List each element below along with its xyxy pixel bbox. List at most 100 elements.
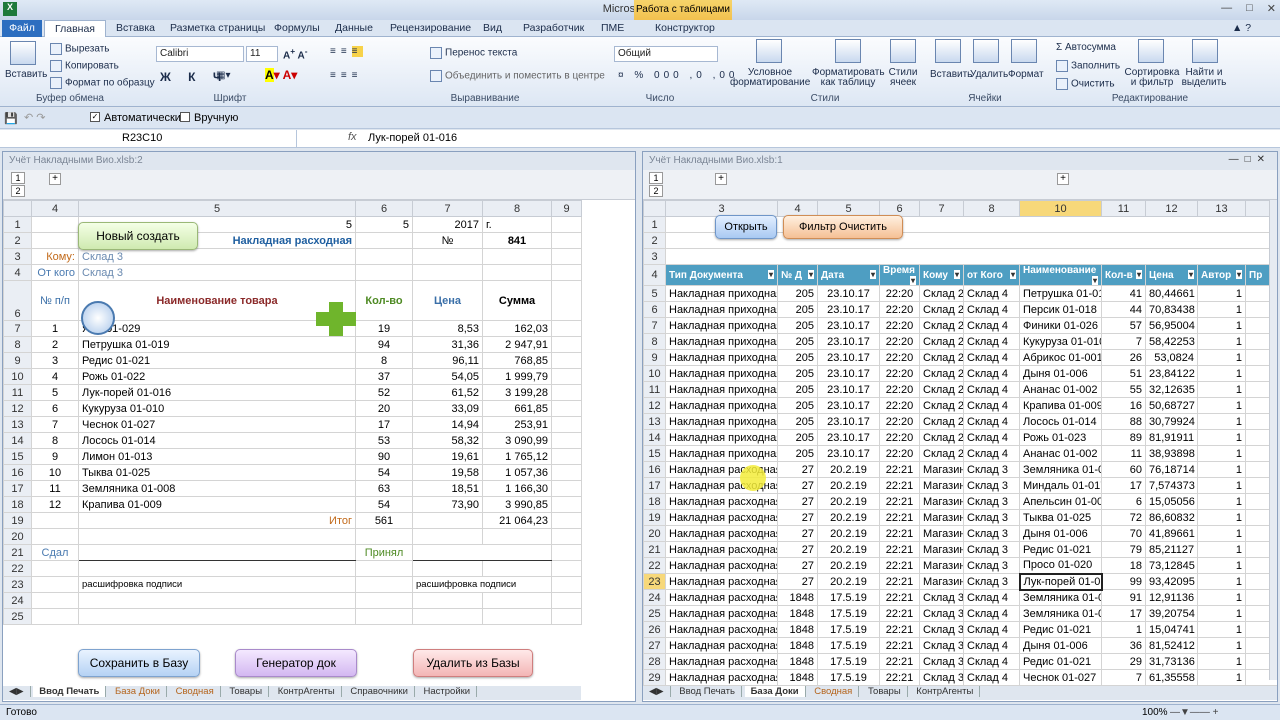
fx-icon[interactable]: fx	[348, 131, 357, 143]
cell[interactable]: Склад 3	[963, 509, 1020, 526]
cell[interactable]: 23.10.17	[817, 285, 880, 302]
crosshair-icon[interactable]	[81, 301, 115, 335]
cell[interactable]: 22:20	[879, 381, 920, 398]
cell[interactable]	[482, 528, 552, 545]
cell[interactable]: 88	[1101, 413, 1146, 430]
table-header-cell[interactable]: № Д ▾	[777, 264, 818, 286]
cell[interactable]: 22:20	[879, 301, 920, 318]
cell[interactable]	[551, 512, 582, 529]
conditional-format-icon[interactable]	[756, 39, 782, 63]
cell[interactable]: 1	[1197, 541, 1246, 558]
cell[interactable]: Склад 3	[963, 461, 1020, 478]
cell[interactable]: Накладная расходная	[665, 589, 778, 606]
cell[interactable]: Чеснок 01-027	[1019, 669, 1102, 686]
cell[interactable]: 20.2.19	[817, 477, 880, 494]
cell[interactable]	[355, 608, 413, 625]
outline-level-2[interactable]: 2	[11, 185, 25, 197]
cell[interactable]: 23.10.17	[817, 317, 880, 334]
cell[interactable]: 1	[1197, 573, 1246, 590]
row-header[interactable]: 14	[3, 432, 32, 449]
cell[interactable]	[482, 264, 552, 281]
cell[interactable]	[31, 512, 79, 529]
cell[interactable]: 1	[1197, 397, 1246, 414]
cell[interactable]: 1	[1197, 509, 1246, 526]
cell[interactable]: Лук-порей 01-016	[78, 384, 356, 401]
cell[interactable]: 17.5.19	[817, 605, 880, 622]
paste-button[interactable]: Вставить	[5, 69, 47, 80]
number-format-icons[interactable]: ¤ % 000 ,0 ,00	[618, 70, 739, 81]
cell[interactable]: 19	[355, 320, 413, 337]
cell[interactable]: 17.5.19	[817, 669, 880, 686]
cell[interactable]: 58,42253	[1145, 333, 1198, 350]
col-header[interactable]: 8	[963, 200, 1020, 217]
table-header-cell[interactable]: Цена ▾	[1145, 264, 1198, 286]
cell[interactable]	[551, 592, 582, 609]
clear-button[interactable]: Очистить	[1056, 78, 1115, 90]
cell[interactable]	[665, 248, 1277, 265]
filter-clear-button[interactable]: Фильтр Очистить	[783, 215, 903, 239]
cell[interactable]: 1	[1197, 317, 1246, 334]
outline-level-1[interactable]: 1	[649, 172, 663, 184]
row-header[interactable]: 12	[3, 400, 32, 417]
accepted-line[interactable]	[412, 544, 552, 561]
tab-file[interactable]: Файл	[2, 20, 42, 37]
cell[interactable]	[31, 528, 79, 545]
col-header[interactable]: 11	[1101, 200, 1146, 217]
conditional-format-button[interactable]: Условное форматирование	[730, 68, 810, 88]
cell[interactable]: Склад 4	[963, 637, 1020, 654]
col-header[interactable]: 9	[551, 200, 582, 217]
cell[interactable]: Ананас 01-002	[1019, 381, 1102, 398]
cell[interactable]	[482, 608, 552, 625]
align-top-icons[interactable]: ≡≡≡	[330, 46, 363, 57]
cell[interactable]	[551, 232, 582, 249]
cell[interactable]	[551, 448, 582, 465]
row-header[interactable]: 1	[643, 216, 666, 233]
cell[interactable]: 205	[777, 301, 818, 318]
delete-from-db-button[interactable]: Удалить из Базы	[413, 649, 533, 677]
cell[interactable]: Накладная расходная	[665, 621, 778, 638]
format-cells-button[interactable]: Формат	[1008, 69, 1044, 80]
table-header-cell[interactable]: Время ▾	[879, 264, 920, 286]
row-header[interactable]: 21	[643, 541, 666, 558]
row-header[interactable]: 25	[643, 605, 666, 622]
cell[interactable]	[551, 400, 582, 417]
cell[interactable]: Склад 4	[963, 621, 1020, 638]
cell[interactable]: 1	[1197, 429, 1246, 446]
row-header[interactable]: 2	[3, 232, 32, 249]
cell[interactable]: 205	[777, 365, 818, 382]
minimize-icon[interactable]: —	[1221, 2, 1232, 15]
cell[interactable]: Накладная приходная	[665, 349, 778, 366]
cell[interactable]: 1	[1197, 349, 1246, 366]
cell[interactable]: 61,52	[412, 384, 483, 401]
cell[interactable]	[412, 264, 483, 281]
cell[interactable]: Склад 2	[919, 381, 964, 398]
cell[interactable]	[355, 264, 413, 281]
cell[interactable]: 22:21	[879, 573, 920, 590]
cell[interactable]	[78, 592, 356, 609]
cut-button[interactable]: Вырезать	[50, 43, 109, 55]
row-header[interactable]: 10	[3, 368, 32, 385]
tab-design[interactable]: Конструктор	[655, 20, 715, 37]
cell[interactable]: Магазин	[919, 557, 964, 574]
cell[interactable]: 22:21	[879, 653, 920, 670]
cell[interactable]: Крапива 01-009	[1019, 397, 1102, 414]
cell[interactable]: 4	[31, 368, 79, 385]
cell[interactable]: 80,44661	[1145, 285, 1198, 302]
cell[interactable]: 29	[1101, 653, 1146, 670]
cell[interactable]: 27	[777, 541, 818, 558]
cell[interactable]: 205	[777, 429, 818, 446]
sheet-tab[interactable]: База Доки	[109, 686, 167, 697]
find-select-button[interactable]: Найти и выделить	[1180, 68, 1228, 88]
cell[interactable]: Склад 4	[963, 317, 1020, 334]
cell[interactable]: Абрикос 01-001	[1019, 349, 1102, 366]
row-header[interactable]: 24	[643, 589, 666, 606]
cell[interactable]: 7	[1101, 669, 1146, 686]
cell[interactable]: Кукуруза 01-010	[1019, 333, 1102, 350]
cell[interactable]: 1848	[777, 653, 818, 670]
cell[interactable]: 22:21	[879, 605, 920, 622]
cell[interactable]: Склад 4	[963, 445, 1020, 462]
cell[interactable]: 22:20	[879, 397, 920, 414]
cell[interactable]: Накладная расходная	[665, 637, 778, 654]
cell[interactable]: Накладная приходная	[665, 381, 778, 398]
cell[interactable]: Склад 3	[963, 557, 1020, 574]
